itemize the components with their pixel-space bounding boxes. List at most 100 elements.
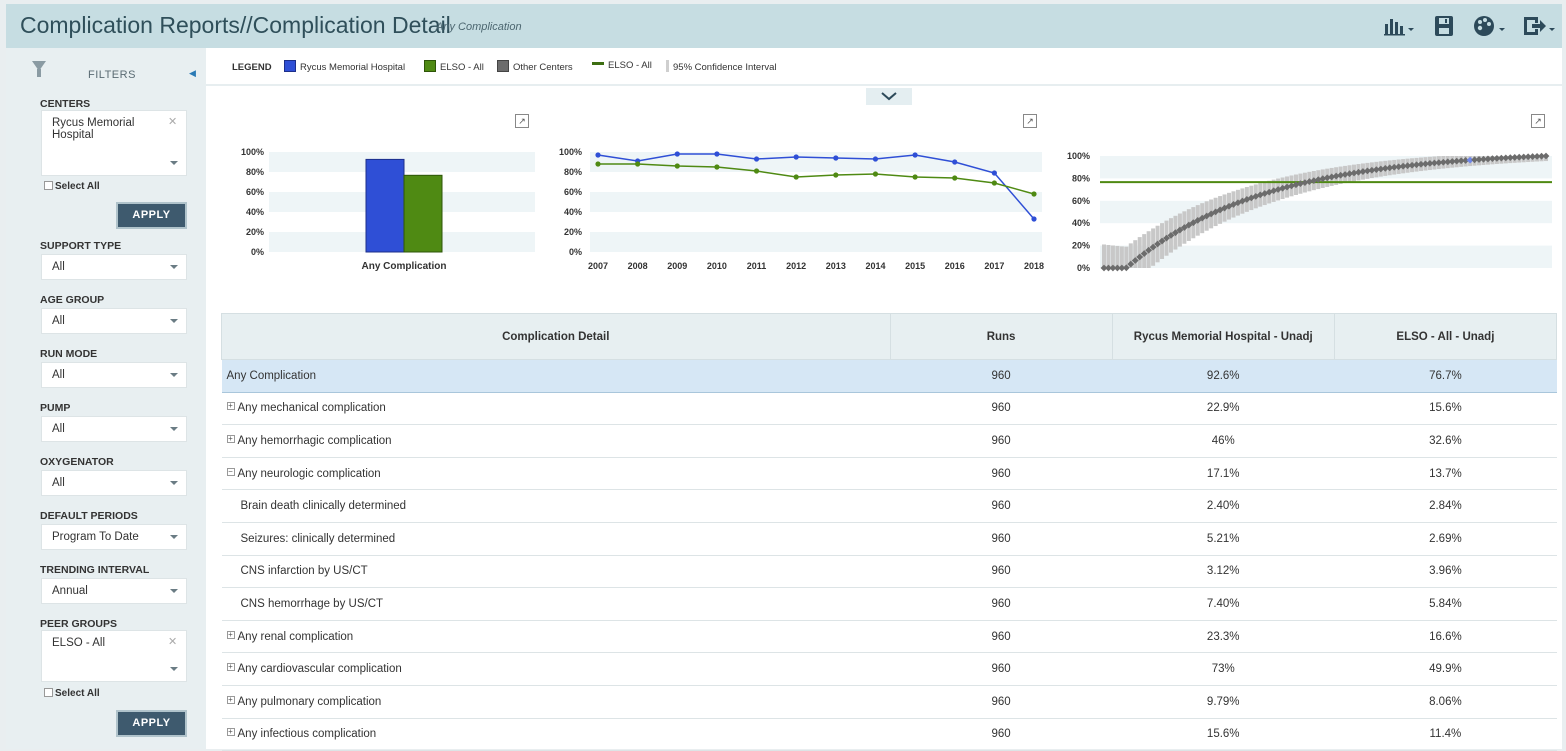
peer-groups-multiselect[interactable]: ELSO - All ✕ [41, 630, 187, 682]
bar-chart: 100% 80% 60% 40% 20% 0% Any Complication [241, 147, 535, 272]
legend-item-ci: 95% Confidence Interval [666, 60, 777, 73]
legend-item-elso-line: ELSO - All [592, 60, 652, 71]
complication-table: Complication Detail Runs Rycus Memorial … [221, 313, 1558, 751]
chevron-down-icon [170, 319, 178, 323]
table-row[interactable]: CNS hemorrhage by US/CT 960 7.40% 5.84% [221, 587, 1557, 621]
chevron-down-icon[interactable] [170, 667, 178, 671]
y-tick-label: 100% [241, 147, 264, 157]
y-tick-label: 0% [251, 247, 264, 257]
age-group-select[interactable]: All [41, 308, 187, 334]
filter-sidebar: FILTERS ◀ CENTERS Rycus Memorial Hospita… [6, 48, 206, 749]
pump-label: PUMP [40, 402, 71, 414]
x-tick-label: 2013 [826, 261, 846, 271]
y-tick-label: 60% [564, 187, 582, 197]
y-tick-label: 80% [246, 167, 264, 177]
header-bar: Complication Reports//Complication Detai… [6, 4, 1562, 48]
table-row[interactable]: Seizures: clinically determined 960 5.21… [221, 522, 1557, 556]
expand-row-icon[interactable]: + [226, 663, 235, 672]
x-tick-label: 2010 [707, 261, 727, 271]
support-type-select[interactable]: All [41, 254, 187, 280]
bar-elso [403, 174, 443, 253]
chevron-down-icon [170, 427, 178, 431]
table-row[interactable]: − Any neurologic complication 960 17.1% 1… [221, 457, 1557, 491]
run-mode-select[interactable]: All [41, 362, 187, 388]
col-header-hospital[interactable]: Rycus Memorial Hospital - Unadj [1111, 313, 1335, 360]
palette-icon[interactable] [1472, 14, 1508, 40]
expand-row-icon[interactable]: + [226, 695, 235, 704]
point-hospital [952, 159, 958, 165]
filters-label: FILTERS [88, 69, 136, 81]
peer-groups-label: PEER GROUPS [40, 618, 118, 630]
apply-button-2[interactable]: APPLY [116, 710, 187, 737]
collapse-sidebar-icon[interactable]: ◀ [189, 68, 196, 79]
y-tick-label: 40% [246, 207, 264, 217]
x-tick-label: 2007 [588, 261, 608, 271]
checkbox[interactable] [44, 181, 53, 190]
remove-tag-icon[interactable]: ✕ [168, 635, 177, 648]
app-window: Complication Reports//Complication Detai… [6, 4, 1562, 751]
trending-interval-select[interactable]: Annual [41, 578, 187, 604]
expand-row-icon[interactable]: + [226, 434, 235, 443]
oxygenator-label: OXYGENATOR [40, 456, 114, 468]
export-icon[interactable] [1521, 14, 1557, 40]
y-tick-label: 20% [1072, 241, 1090, 251]
point-hospital [991, 170, 997, 176]
table-row[interactable]: + Any renal complication 960 23.3% 16.6% [221, 620, 1557, 654]
remove-tag-icon[interactable]: ✕ [168, 115, 177, 128]
table-row[interactable]: + Any mechanical complication 960 22.9% 1… [221, 392, 1557, 426]
col-header-runs[interactable]: Runs [889, 313, 1113, 360]
point-elso [991, 180, 997, 186]
chevron-down-icon [170, 589, 178, 593]
legend-item-elso: ELSO - All [424, 60, 484, 73]
expand-legend-toggle[interactable] [866, 88, 912, 105]
collapse-row-icon[interactable]: − [226, 467, 235, 476]
bar-hospital [365, 158, 405, 253]
table-row[interactable]: + Any hemorrhagic complication 960 46% 32… [221, 424, 1557, 458]
x-tick-label: 2017 [984, 261, 1004, 271]
apply-button[interactable]: APPLY [116, 202, 187, 229]
run-mode-label: RUN MODE [40, 348, 98, 360]
y-tick-label: 40% [1072, 218, 1090, 228]
point-hospital [714, 151, 720, 157]
default-periods-select[interactable]: Program To Date [41, 524, 187, 550]
grid-band [590, 152, 1042, 172]
pump-select[interactable]: All [41, 416, 187, 442]
col-header-elso[interactable]: ELSO - All - Unadj [1333, 313, 1558, 360]
y-tick-label: 20% [246, 227, 264, 237]
centers-multiselect[interactable]: Rycus Memorial Hospital ✕ [41, 110, 187, 176]
chevron-down-icon [170, 265, 178, 269]
y-tick-label: 20% [564, 227, 582, 237]
chevron-down-icon[interactable] [170, 161, 178, 165]
y-tick-label: 0% [1077, 263, 1090, 273]
table-row[interactable]: + Any infectious complication 960 15.6% 1… [221, 718, 1557, 751]
page-subtitle: Any Complication [436, 21, 522, 33]
select-all-centers[interactable]: Select All [44, 181, 100, 192]
support-type-label: SUPPORT TYPE [40, 240, 122, 252]
checkbox[interactable] [44, 688, 53, 697]
save-icon[interactable] [1432, 14, 1456, 40]
page-title: Complication Reports//Complication Detai… [20, 12, 451, 38]
expand-row-icon[interactable]: + [226, 630, 235, 639]
point-elso [753, 168, 760, 174]
point-elso [595, 161, 601, 167]
oxygenator-select[interactable]: All [41, 470, 187, 496]
expand-row-icon[interactable]: + [226, 402, 235, 411]
y-tick-label: 100% [1067, 151, 1090, 161]
chart-type-icon[interactable] [1382, 14, 1416, 40]
x-tick-label: 2015 [905, 261, 925, 271]
filters-header: FILTERS ◀ [6, 48, 206, 88]
point-hospital [1031, 216, 1037, 222]
expand-row-icon[interactable]: + [226, 728, 235, 737]
chevron-down-icon [881, 92, 897, 101]
x-tick-label: 2016 [945, 261, 965, 271]
table-row[interactable]: + Any cardiovascular complication 960 73%… [221, 652, 1557, 686]
col-header-complication[interactable]: Complication Detail [221, 313, 891, 360]
y-tick-label: 80% [564, 167, 582, 177]
table-row[interactable]: + Any pulmonary complication 960 9.79% 8.… [221, 685, 1557, 719]
select-all-peer-groups[interactable]: Select All [44, 688, 100, 699]
point-elso [674, 163, 680, 169]
table-row[interactable]: Any Complication 960 92.6% 76.7% [221, 359, 1557, 393]
legend-title: LEGEND [232, 62, 272, 73]
table-row[interactable]: CNS infarction by US/CT 960 3.12% 3.96% [221, 555, 1557, 589]
table-row[interactable]: Brain death clinically determined 960 2.… [221, 489, 1557, 523]
